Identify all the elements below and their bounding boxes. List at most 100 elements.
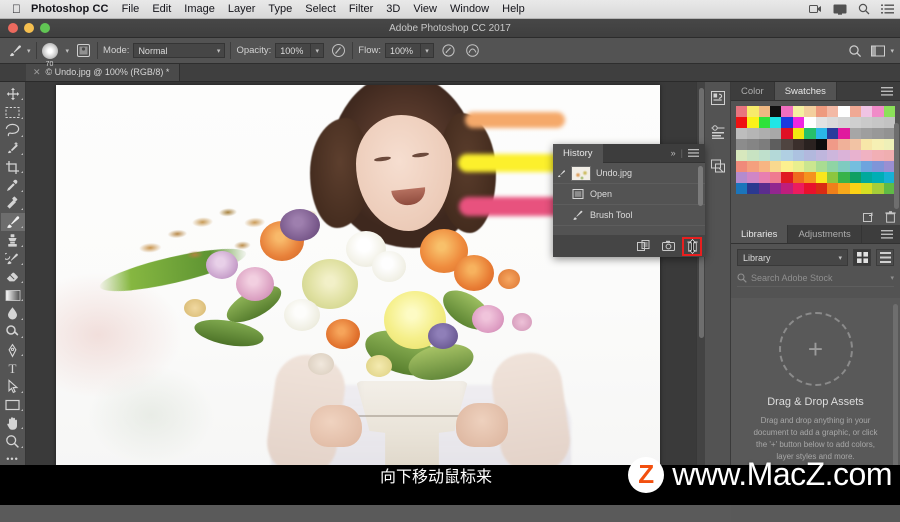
eraser-tool[interactable] bbox=[1, 268, 25, 286]
color-swatch[interactable] bbox=[826, 128, 839, 139]
color-swatch[interactable] bbox=[826, 139, 839, 150]
color-swatch[interactable] bbox=[747, 128, 759, 139]
swatches-scrollbar[interactable] bbox=[894, 123, 899, 209]
color-swatch[interactable] bbox=[770, 139, 782, 150]
gradient-tool[interactable] bbox=[1, 286, 25, 304]
workspace-switcher-icon[interactable] bbox=[869, 42, 887, 60]
apple-logo-icon[interactable]:  bbox=[12, 3, 21, 15]
window-controls[interactable] bbox=[0, 23, 50, 33]
color-swatch[interactable] bbox=[849, 117, 861, 128]
color-swatch[interactable] bbox=[736, 106, 748, 117]
color-swatch[interactable] bbox=[736, 128, 748, 139]
color-swatch[interactable] bbox=[815, 161, 827, 172]
properties-panel-icon[interactable] bbox=[708, 122, 728, 142]
color-swatch[interactable] bbox=[815, 172, 827, 183]
color-swatch[interactable] bbox=[804, 106, 816, 117]
color-swatch[interactable] bbox=[736, 139, 748, 150]
chevron-down-icon[interactable]: ▾ bbox=[890, 274, 894, 282]
color-swatch[interactable] bbox=[804, 172, 816, 183]
color-swatch[interactable] bbox=[792, 117, 805, 128]
menu-app-name[interactable]: Photoshop CC bbox=[31, 3, 109, 15]
color-swatch[interactable] bbox=[815, 150, 827, 161]
color-swatch[interactable] bbox=[781, 183, 793, 194]
color-swatch[interactable] bbox=[792, 128, 805, 139]
create-document-from-state-button[interactable] bbox=[637, 239, 650, 252]
color-swatch[interactable] bbox=[758, 183, 771, 194]
blur-tool[interactable] bbox=[1, 304, 25, 322]
color-swatch[interactable] bbox=[849, 161, 861, 172]
color-swatch[interactable] bbox=[758, 106, 771, 117]
color-swatch[interactable] bbox=[747, 117, 759, 128]
quick-selection-tool[interactable] bbox=[1, 140, 25, 158]
color-swatch[interactable] bbox=[826, 183, 839, 194]
search-icon[interactable] bbox=[858, 3, 870, 15]
history-brush-source-icon[interactable] bbox=[557, 169, 566, 178]
layer-comps-panel-icon[interactable] bbox=[708, 156, 728, 176]
panel-menu-icon[interactable] bbox=[881, 82, 900, 100]
brush-preset-picker-icon[interactable] bbox=[74, 42, 92, 60]
history-scrollbar[interactable] bbox=[698, 166, 703, 206]
history-state-row[interactable]: Open bbox=[553, 184, 705, 205]
workspace-chevron-icon[interactable]: ▾ bbox=[890, 47, 894, 55]
brush-size-preview[interactable]: 70 bbox=[41, 42, 58, 68]
color-swatch[interactable] bbox=[860, 172, 873, 183]
tab-libraries[interactable]: Libraries bbox=[731, 225, 789, 243]
color-swatch[interactable] bbox=[792, 161, 805, 172]
color-swatch[interactable] bbox=[826, 150, 839, 161]
zoom-tool[interactable] bbox=[1, 432, 25, 450]
color-swatch[interactable] bbox=[872, 172, 884, 183]
menu-edit[interactable]: Edit bbox=[152, 3, 171, 15]
color-swatch[interactable] bbox=[849, 128, 861, 139]
smoothing-icon[interactable] bbox=[463, 42, 481, 60]
tab-history[interactable]: History bbox=[553, 143, 603, 163]
color-swatch[interactable] bbox=[804, 183, 816, 194]
color-swatch[interactable] bbox=[838, 161, 850, 172]
color-swatch[interactable] bbox=[781, 172, 793, 183]
close-icon[interactable]: ✕ bbox=[33, 67, 41, 78]
display-icon[interactable] bbox=[833, 4, 847, 15]
color-swatch[interactable] bbox=[736, 172, 748, 183]
clone-stamp-tool[interactable] bbox=[1, 231, 25, 249]
color-swatch[interactable] bbox=[838, 172, 850, 183]
color-swatch[interactable] bbox=[849, 183, 861, 194]
eyedropper-tool[interactable] bbox=[1, 176, 25, 194]
close-window-button[interactable] bbox=[8, 23, 18, 33]
tab-color[interactable]: Color bbox=[731, 82, 775, 100]
menu-layer[interactable]: Layer bbox=[228, 3, 256, 15]
color-swatch[interactable] bbox=[758, 161, 771, 172]
color-swatch[interactable] bbox=[758, 128, 771, 139]
opacity-input[interactable]: 100% bbox=[275, 43, 312, 58]
menu-type[interactable]: Type bbox=[268, 3, 292, 15]
color-swatch[interactable] bbox=[770, 117, 782, 128]
lasso-tool[interactable] bbox=[1, 122, 25, 140]
color-swatch[interactable] bbox=[804, 161, 816, 172]
color-swatch[interactable] bbox=[860, 183, 873, 194]
flow-slider-toggle[interactable]: ▾ bbox=[421, 43, 434, 58]
list-icon[interactable] bbox=[881, 4, 894, 14]
color-swatch[interactable] bbox=[781, 139, 793, 150]
active-tool-picker[interactable]: ▾ bbox=[6, 42, 31, 60]
color-swatch[interactable] bbox=[758, 172, 771, 183]
library-select[interactable]: Library ▾ bbox=[737, 249, 848, 266]
rectangle-tool[interactable] bbox=[1, 396, 25, 414]
color-swatch[interactable] bbox=[747, 172, 759, 183]
color-swatch[interactable] bbox=[872, 128, 884, 139]
screen-record-icon[interactable] bbox=[809, 4, 822, 14]
color-swatch[interactable] bbox=[792, 150, 805, 161]
flow-input[interactable]: 100% bbox=[385, 43, 421, 58]
list-view-button[interactable] bbox=[876, 249, 894, 266]
brush-tool[interactable] bbox=[0, 212, 25, 232]
color-swatch[interactable] bbox=[736, 183, 748, 194]
color-swatch[interactable] bbox=[770, 106, 782, 117]
color-swatch[interactable] bbox=[838, 150, 850, 161]
color-swatch[interactable] bbox=[736, 161, 748, 172]
panel-menu-icon[interactable] bbox=[688, 149, 699, 157]
minimize-window-button[interactable] bbox=[24, 23, 34, 33]
rectangular-marquee-tool[interactable] bbox=[1, 103, 25, 121]
menu-image[interactable]: Image bbox=[184, 3, 215, 15]
color-swatch[interactable] bbox=[758, 139, 771, 150]
menu-filter[interactable]: Filter bbox=[349, 3, 373, 15]
history-panel-icon[interactable] bbox=[708, 88, 728, 108]
path-selection-tool[interactable] bbox=[1, 378, 25, 396]
color-swatch[interactable] bbox=[826, 161, 839, 172]
